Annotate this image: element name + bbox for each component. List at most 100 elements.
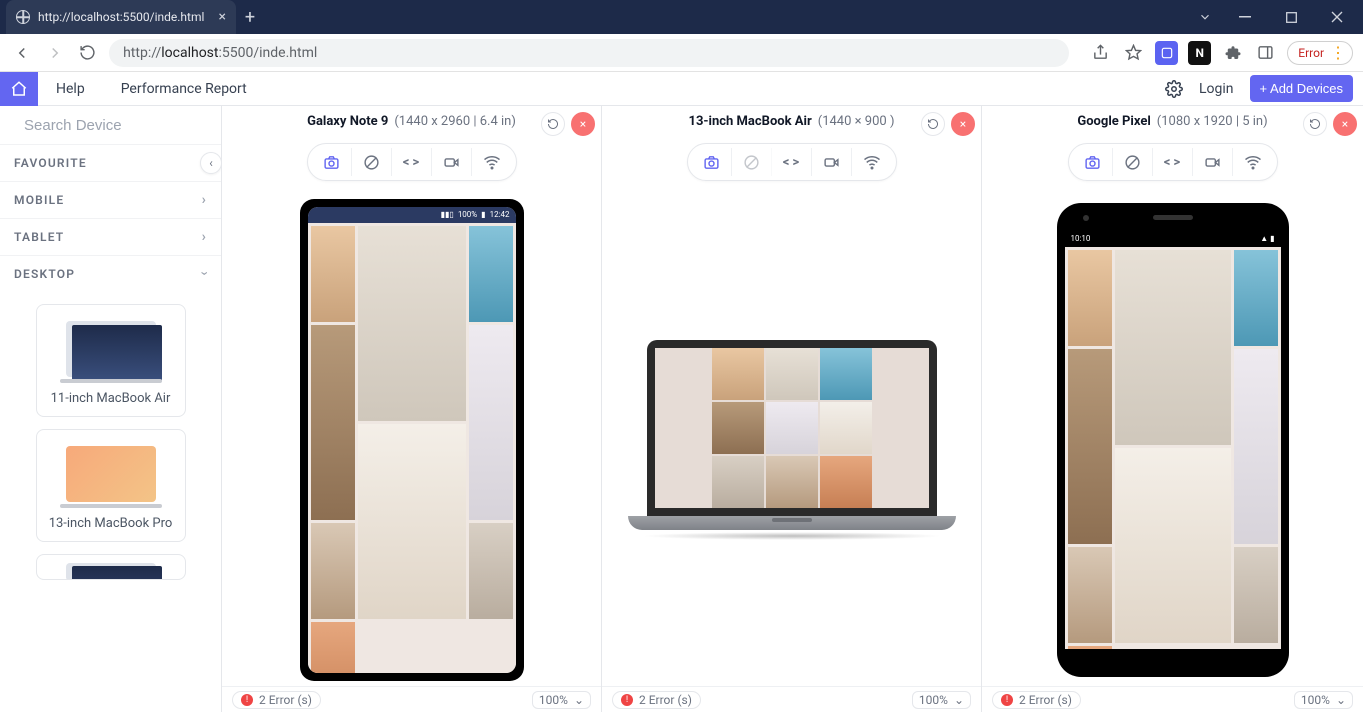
panel-macbook-air-13: 13-inch MacBook Air (1440 × 900 ) × < > (602, 106, 982, 712)
device-card-macbook-pro-13[interactable]: 13-inch MacBook Pro (36, 429, 186, 542)
category-mobile[interactable]: MOBILE› (0, 181, 221, 218)
error-dot-icon: ! (621, 694, 633, 706)
device-statusbar: ▮▮▯ 100% ▮ 12:42 (308, 207, 516, 223)
browser-tab[interactable]: http://localhost:5500/inde.html × (6, 0, 236, 34)
device-panels: Galaxy Note 9 (1440 x 2960 | 6.4 in) × <… (222, 106, 1363, 712)
tool-rotate-lock[interactable] (732, 148, 772, 176)
panel-toolbar: < > (687, 143, 897, 181)
settings-gear-icon[interactable] (1165, 80, 1183, 98)
reload-button[interactable] (76, 41, 99, 65)
new-tab-button[interactable]: + (236, 7, 264, 28)
add-devices-button[interactable]: + Add Devices (1250, 75, 1353, 102)
panel-footer: !2 Error (s) 100% ⌄ (602, 686, 981, 712)
panel-refresh-button[interactable] (1303, 112, 1327, 136)
tool-rotate-lock[interactable] (352, 148, 392, 176)
window-minimize-button[interactable] (1223, 0, 1267, 34)
tool-record[interactable] (812, 148, 852, 176)
tool-devtools[interactable]: < > (392, 148, 432, 176)
app-header: Help Performance Report Login + Add Devi… (0, 72, 1363, 106)
tool-devtools[interactable]: < > (772, 148, 812, 176)
zoom-value: 100% (919, 693, 948, 707)
panel-refresh-button[interactable] (921, 112, 945, 136)
tool-screenshot[interactable] (1073, 148, 1113, 176)
panel-dimensions: (1440 x 2960 | 6.4 in) (394, 114, 516, 129)
menu-performance-report[interactable]: Performance Report (103, 81, 265, 97)
category-favourite[interactable]: FAVOURITE› (0, 144, 221, 181)
device-stage[interactable]: 10:10 ▲ ▮ (982, 189, 1363, 686)
browser-error-chip[interactable]: Error ⋮ (1287, 41, 1353, 65)
page-content-grid (712, 348, 872, 508)
clock-label: 10:10 (1071, 234, 1091, 243)
category-label: FAVOURITE (14, 156, 87, 170)
device-frame-note9: ▮▮▯ 100% ▮ 12:42 (300, 199, 524, 681)
forward-button[interactable] (43, 41, 66, 65)
home-button[interactable] (0, 72, 38, 106)
panel-header: Galaxy Note 9 (1440 x 2960 | 6.4 in) × (222, 106, 601, 137)
status-icons: ▲ ▮ (1260, 234, 1274, 243)
panel-toolbar: < > (1068, 143, 1278, 181)
browser-titlebar: http://localhost:5500/inde.html × + (0, 0, 1363, 34)
category-desktop[interactable]: DESKTOP› (0, 255, 221, 292)
error-dot-icon: ! (241, 694, 253, 706)
panel-error-badge[interactable]: !2 Error (s) (232, 691, 321, 709)
tool-network[interactable] (472, 148, 512, 176)
page-content-grid (1065, 247, 1281, 649)
side-panel-icon[interactable] (1254, 41, 1277, 65)
panel-close-button[interactable]: × (951, 112, 975, 136)
panel-error-badge[interactable]: !2 Error (s) (992, 691, 1081, 709)
device-frame-macbook (628, 340, 956, 540)
tool-network[interactable] (852, 148, 892, 176)
extension-notion-icon[interactable]: N (1188, 41, 1211, 65)
chevron-down-icon: ⌄ (954, 693, 964, 707)
panel-error-badge[interactable]: !2 Error (s) (612, 691, 701, 709)
menu-help[interactable]: Help (38, 81, 103, 97)
panel-header: 13-inch MacBook Air (1440 × 900 ) × (602, 106, 981, 137)
device-stage[interactable] (602, 189, 981, 686)
panel-close-button[interactable]: × (1333, 112, 1357, 136)
window-controls (1189, 0, 1363, 34)
sidebar-collapse-button[interactable]: ‹ (200, 152, 222, 174)
sidebar: ‹ FAVOURITE› MOBILE› TABLET› DESKTOP› 11… (0, 106, 222, 712)
window-maximize-button[interactable] (1269, 0, 1313, 34)
device-card-partial[interactable] (36, 554, 186, 580)
category-label: DESKTOP (14, 267, 75, 281)
panel-title: Google Pixel (1077, 114, 1150, 129)
window-close-button[interactable] (1315, 0, 1359, 34)
device-thumb (66, 446, 156, 502)
extension-responsively-icon[interactable] (1155, 41, 1178, 65)
kebab-menu-icon[interactable]: ⋮ (1330, 45, 1346, 61)
tool-record[interactable] (1193, 148, 1233, 176)
panel-footer: !2 Error (s) 100%⌄ (222, 686, 601, 712)
panel-zoom[interactable]: 100%⌄ (532, 691, 591, 709)
tab-overflow-icon[interactable] (1189, 0, 1221, 34)
bookmark-star-icon[interactable] (1122, 41, 1145, 65)
tool-record[interactable] (432, 148, 472, 176)
tool-network[interactable] (1233, 148, 1273, 176)
tool-devtools[interactable]: < > (1153, 148, 1193, 176)
tool-screenshot[interactable] (692, 148, 732, 176)
panel-zoom[interactable]: 100%⌄ (1294, 691, 1353, 709)
panel-refresh-button[interactable] (541, 112, 565, 136)
tab-close-icon[interactable]: × (219, 9, 226, 25)
back-button[interactable] (10, 41, 33, 65)
url-prefix: http:// (123, 45, 161, 61)
category-tablet[interactable]: TABLET› (0, 218, 221, 255)
search-input[interactable] (24, 117, 222, 134)
device-card-macbook-air-11[interactable]: 11-inch MacBook Air (36, 304, 186, 417)
address-bar[interactable]: http://localhost:5500/inde.html (109, 39, 1069, 67)
device-stage[interactable]: ▮▮▯ 100% ▮ 12:42 (222, 189, 601, 686)
panel-toolbar: < > (307, 143, 517, 181)
extensions-puzzle-icon[interactable] (1221, 41, 1244, 65)
battery-label: 100% (458, 210, 477, 219)
category-label: TABLET (14, 230, 64, 244)
globe-icon (16, 10, 30, 24)
login-link[interactable]: Login (1199, 81, 1234, 97)
sidebar-search (0, 106, 221, 144)
tool-rotate-lock[interactable] (1113, 148, 1153, 176)
device-thumb (66, 321, 156, 377)
panel-close-button[interactable]: × (571, 112, 595, 136)
chevron-down-icon: ⌄ (1336, 693, 1346, 707)
panel-zoom[interactable]: 100% ⌄ (912, 691, 971, 709)
tool-screenshot[interactable] (312, 148, 352, 176)
share-icon[interactable] (1089, 41, 1112, 65)
